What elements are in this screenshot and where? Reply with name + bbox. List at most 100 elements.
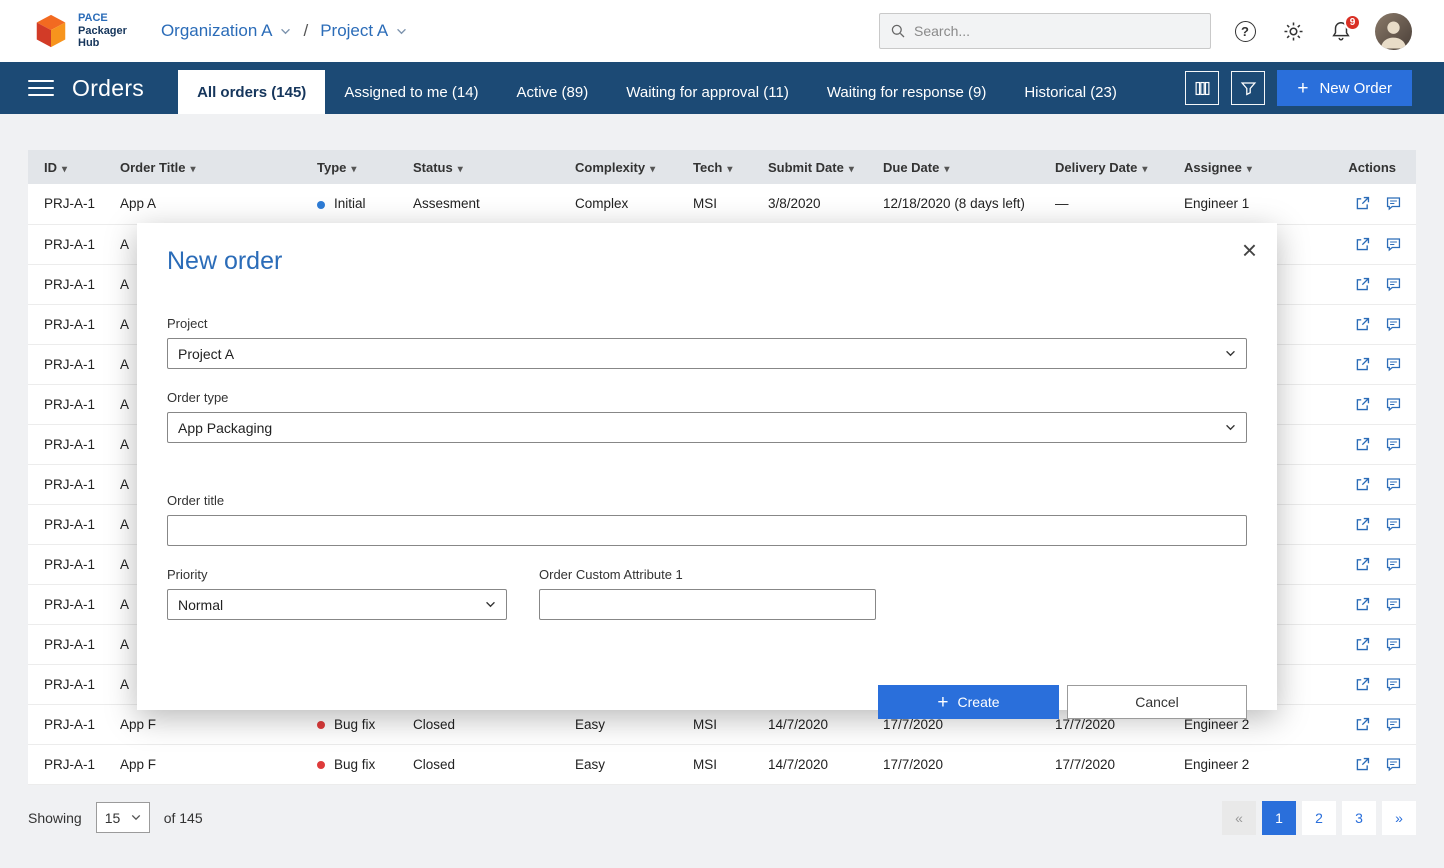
comments-button[interactable] — [1385, 316, 1402, 333]
comments-button[interactable] — [1385, 596, 1402, 613]
table-row[interactable]: PRJ-A-1 App A Initial Assesment Complex MSI 3/… — [28, 184, 1416, 225]
create-button[interactable]: + Create — [878, 685, 1059, 719]
column-header-status[interactable]: Status ▾ — [405, 150, 567, 184]
comment-icon — [1385, 756, 1402, 773]
table-row[interactable]: PRJ-A-1 App F Bug fix Closed Easy MSI 14/7/202… — [28, 744, 1416, 785]
avatar[interactable] — [1375, 12, 1412, 50]
notifications-button[interactable]: 9 — [1327, 14, 1361, 45]
sort-icon: ▾ — [457, 163, 463, 175]
plus-icon: + — [937, 691, 949, 713]
comments-button[interactable] — [1385, 556, 1402, 573]
priority-select[interactable]: Normal — [167, 589, 507, 620]
page-3-button[interactable]: 3 — [1342, 800, 1376, 835]
project-selector[interactable]: Project A — [320, 21, 407, 41]
custom-attribute-label: Order Custom Attribute 1 — [539, 567, 683, 582]
gear-icon — [1282, 20, 1305, 43]
cell-id: PRJ-A-1 — [28, 704, 112, 745]
columns-button[interactable] — [1185, 71, 1220, 105]
order-title-input[interactable] — [167, 515, 1247, 546]
comments-button[interactable] — [1385, 236, 1402, 253]
chevron-down-icon — [1225, 424, 1236, 431]
column-header-delivery-date[interactable]: Delivery Date ▾ — [1047, 150, 1176, 184]
open-order-button[interactable] — [1354, 516, 1371, 533]
search-input[interactable] — [914, 23, 1200, 39]
comments-button[interactable] — [1385, 636, 1402, 653]
comments-button[interactable] — [1385, 716, 1402, 733]
open-order-button[interactable] — [1354, 476, 1371, 493]
navbar-actions: + New Order — [1185, 62, 1444, 114]
open-order-button[interactable] — [1354, 716, 1371, 733]
comment-icon — [1385, 556, 1402, 573]
page-size-select[interactable]: 15 — [95, 802, 150, 833]
sort-icon: ▾ — [848, 163, 854, 175]
hamburger-menu-button[interactable] — [28, 80, 54, 96]
comments-button[interactable] — [1385, 676, 1402, 693]
page-2-button[interactable]: 2 — [1302, 800, 1336, 835]
comments-button[interactable] — [1385, 476, 1402, 493]
help-button[interactable]: ? — [1231, 17, 1259, 45]
priority-label: Priority — [167, 567, 208, 582]
comments-button[interactable] — [1385, 436, 1402, 453]
tab-active[interactable]: Active (89) — [498, 70, 608, 114]
comments-button[interactable] — [1385, 756, 1402, 773]
tab-waiting-for-approval[interactable]: Waiting for approval (11) — [607, 70, 808, 114]
open-order-button[interactable] — [1354, 236, 1371, 253]
open-order-button[interactable] — [1354, 676, 1371, 693]
open-order-button[interactable] — [1354, 396, 1371, 413]
column-header-id[interactable]: ID ▾ — [28, 150, 112, 184]
search-icon — [890, 23, 906, 39]
column-header-tech[interactable]: Tech ▾ — [685, 150, 760, 184]
column-header-assignee[interactable]: Assignee ▾ — [1176, 150, 1306, 184]
new-order-modal: × New order Project Project A Order type… — [137, 223, 1277, 719]
new-order-button[interactable]: + New Order — [1277, 70, 1412, 106]
open-order-button[interactable] — [1354, 195, 1371, 212]
external-link-icon — [1354, 756, 1371, 773]
prev-page-button[interactable]: « — [1222, 800, 1256, 835]
cell-submit-date: 3/8/2020 — [760, 184, 875, 225]
external-link-icon — [1354, 396, 1371, 413]
breadcrumb-separator: / — [303, 21, 309, 40]
open-order-button[interactable] — [1354, 596, 1371, 613]
organization-selector[interactable]: Organization A — [161, 21, 292, 41]
comment-icon — [1385, 636, 1402, 653]
custom-attribute-input[interactable] — [539, 589, 876, 620]
filter-button[interactable] — [1231, 71, 1266, 105]
column-header-type[interactable]: Type ▾ — [309, 150, 405, 184]
cell-id: PRJ-A-1 — [28, 304, 112, 345]
column-header-due-date[interactable]: Due Date ▾ — [875, 150, 1047, 184]
tab-historical[interactable]: Historical (23) — [1005, 70, 1136, 114]
open-order-button[interactable] — [1354, 276, 1371, 293]
comments-button[interactable] — [1385, 356, 1402, 373]
cancel-button[interactable]: Cancel — [1067, 685, 1247, 719]
comments-button[interactable] — [1385, 276, 1402, 293]
comments-button[interactable] — [1385, 516, 1402, 533]
column-header-complexity[interactable]: Complexity ▾ — [567, 150, 685, 184]
order-type-select[interactable]: App Packaging — [167, 412, 1247, 443]
tab-waiting-for-response[interactable]: Waiting for response (9) — [808, 70, 1006, 114]
open-order-button[interactable] — [1354, 316, 1371, 333]
page-1-button[interactable]: 1 — [1262, 800, 1296, 835]
open-order-button[interactable] — [1354, 356, 1371, 373]
comments-button[interactable] — [1385, 195, 1402, 212]
open-order-button[interactable] — [1354, 436, 1371, 453]
tab-assigned-to-me[interactable]: Assigned to me (14) — [325, 70, 497, 114]
plus-icon: + — [1297, 77, 1309, 99]
comments-button[interactable] — [1385, 396, 1402, 413]
open-order-button[interactable] — [1354, 636, 1371, 653]
column-header-order-title[interactable]: Order Title ▾ — [112, 150, 309, 184]
cell-submit-date: 14/7/2020 — [760, 744, 875, 785]
cell-order-title: App A — [112, 184, 309, 225]
open-order-button[interactable] — [1354, 756, 1371, 773]
column-header-submit-date[interactable]: Submit Date ▾ — [760, 150, 875, 184]
next-page-button[interactable]: » — [1382, 800, 1416, 835]
settings-button[interactable] — [1279, 17, 1307, 45]
open-order-button[interactable] — [1354, 556, 1371, 573]
project-select[interactable]: Project A — [167, 338, 1247, 369]
tab-all-orders[interactable]: All orders (145) — [178, 70, 326, 114]
comment-icon — [1385, 236, 1402, 253]
chevron-down-icon — [1225, 350, 1236, 357]
external-link-icon — [1354, 676, 1371, 693]
close-icon[interactable]: × — [1242, 237, 1257, 263]
comment-icon — [1385, 356, 1402, 373]
chevron-down-icon — [131, 814, 141, 821]
